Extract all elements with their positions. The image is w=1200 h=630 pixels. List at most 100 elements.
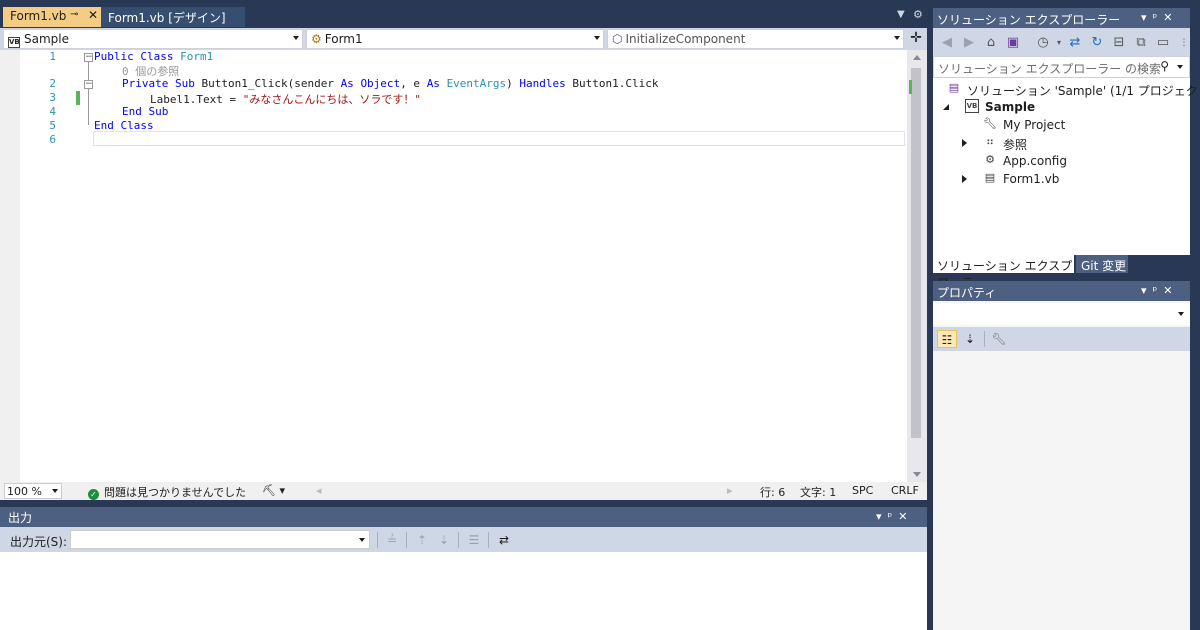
expanded-icon[interactable] [943,104,949,110]
tree-item-form1[interactable]: ▤ Form1.vb [933,170,1190,188]
pin-icon[interactable]: ⊸ [70,9,78,20]
output-panel: 出力 ▾ᵖ✕ 出力元(S): ≟ ⇡ ⇣ ☰ ⇄ [0,507,927,630]
member-dropdown[interactable]: ⬡ InitializeComponent [607,29,904,49]
tree-item-solution[interactable]: ▤ ソリューション 'Sample' (1/1 プロジェクト) [933,80,1200,98]
tree-item-app-config[interactable]: ⚙ App.config [933,152,1190,170]
tab-list-dropdown-icon[interactable]: ▼ [897,9,905,20]
panel-title: 出力 [8,511,33,525]
project-dropdown[interactable]: VB Sample [3,29,303,49]
keyword: Private [122,77,169,90]
scrollbar-thumb[interactable] [911,68,921,438]
solution-search-input[interactable]: ソリューション エクスプローラー の検索 (Ctrl+:) ⚲ [933,56,1190,91]
tab-form1-design[interactable]: Form1.vb [デザイン] [101,7,245,27]
find-message-icon[interactable]: ≟ [384,532,400,548]
output-source-dropdown[interactable] [70,530,370,549]
output-source-label: 出力元(S): [10,535,68,549]
code-line-4: End Sub [122,105,168,118]
pending-changes-filter-icon[interactable]: ◷ [1035,35,1051,51]
more-icon[interactable]: ⋮ [1176,35,1192,51]
zoom-level: 100 % [7,485,42,498]
output-toolbar: 出力元(S): ≟ ⇡ ⇣ ☰ ⇄ [0,527,927,552]
tab-git-changes[interactable]: Git 変更 [1076,255,1128,273]
tree-item-references[interactable]: ⠶ 参照 [933,134,1190,152]
line-number: 3 [49,91,56,104]
tab-form1-vb[interactable]: Form1.vb ⊸ ✕ [3,7,101,27]
clear-all-icon[interactable]: ☰ [466,532,482,548]
issues-indicator[interactable]: ✓ 問題は見つかりませんでした [88,484,246,500]
code-cleanup-icon[interactable]: ⛏ ▾ [262,484,285,497]
pin-icon[interactable]: ᵖ [1153,11,1164,24]
next-message-icon[interactable]: ⇣ [436,532,452,548]
back-icon[interactable]: ◀ [939,35,955,51]
dropdown-icon[interactable]: ▾ [876,510,888,523]
collapsed-icon[interactable] [962,139,967,147]
refresh-icon[interactable]: ↻ [1089,35,1105,51]
wrench-icon: 🔧︎ [983,117,997,130]
tab-solution-explorer[interactable]: ソリューション エクスプローラー [933,255,1074,290]
close-icon[interactable]: ✕ [1163,11,1178,24]
change-marker [909,80,912,94]
vertical-scrollbar[interactable] [907,50,927,482]
outline-line [88,62,89,125]
collapsed-icon[interactable] [962,175,967,183]
tree-label: App.config [1003,154,1067,168]
property-pages-icon[interactable]: 🔧︎ [989,330,1009,348]
scroll-down-icon[interactable] [913,472,921,477]
split-window-icon[interactable]: ✛ [908,30,924,48]
class-dropdown[interactable]: ⚙ Form1 [306,29,604,49]
output-title-bar: 出力 ▾ᵖ✕ [0,507,927,527]
line-indicator[interactable]: 行: 6 [760,484,785,500]
scroll-up-icon[interactable] [913,55,921,60]
gear-icon[interactable]: ⚙ [913,8,923,21]
toolbar-separator [488,532,489,548]
close-tab-icon[interactable]: ✕ [88,8,98,22]
home-icon[interactable]: ⌂ [983,35,999,51]
object-selector-dropdown[interactable] [933,303,1190,325]
chevron-down-icon[interactable]: ▾ [1051,35,1067,51]
chevron-down-icon [293,36,299,40]
previous-message-icon[interactable]: ⇡ [414,532,430,548]
tree-label: Sample [985,100,1036,114]
sync-icon[interactable]: ⇄ [1067,35,1083,51]
scroll-left-icon[interactable]: ◂ [316,484,322,497]
chevron-down-icon[interactable] [1177,65,1183,69]
forward-icon[interactable]: ▶ [961,35,977,51]
collapse-icon[interactable]: − [84,53,93,62]
toolbar-separator [984,331,985,347]
collapse-all-icon[interactable]: ⊟ [1111,35,1127,51]
char-indicator[interactable]: 文字: 1 [800,484,836,500]
properties-title-bar: プロパティ ▾ᵖ✕ [933,281,1190,301]
zoom-dropdown[interactable]: 100 % [4,483,62,499]
dropdown-icon[interactable]: ▾ [1141,11,1153,24]
solution-panel-tabs: ソリューション エクスプローラー Git 変更 [933,255,1190,290]
pin-icon[interactable]: ᵖ [1153,284,1164,297]
categorized-icon[interactable]: ☷ [937,330,957,348]
whitespace-indicator[interactable]: SPC [852,484,873,497]
close-icon[interactable]: ✕ [898,510,913,523]
method-icon: ⬡ [612,32,623,46]
solution-explorer-title-bar: ソリューション エクスプローラー ▾ᵖ✕ [933,8,1190,28]
tree-item-project[interactable]: VB Sample [933,98,1190,116]
issues-text: 問題は見つかりませんでした [104,486,247,499]
switch-views-icon[interactable]: ▣ [1005,35,1021,51]
code-line-1: Public Class Form1 [94,50,213,63]
close-icon[interactable]: ✕ [1163,284,1178,297]
collapse-icon[interactable]: − [84,80,93,89]
search-icon[interactable]: ⚲ [1160,59,1169,73]
alphabetical-icon[interactable]: ⇣ [960,330,980,348]
property-grid [933,351,1190,630]
show-all-files-icon[interactable]: ⧉ [1133,35,1149,51]
member-name: InitializeComponent [625,32,746,46]
identifier: Button1.Click [572,77,659,90]
properties-icon[interactable]: ▭ [1155,35,1171,51]
line-ending-indicator[interactable]: CRLF [891,484,919,497]
solution-icon: ▤ [948,81,960,94]
scroll-right-icon[interactable]: ▸ [727,484,733,497]
tree-item-my-project[interactable]: 🔧︎ My Project [933,116,1190,134]
word-wrap-icon[interactable]: ⇄ [496,532,512,548]
pin-icon[interactable]: ᵖ [888,510,899,523]
dropdown-icon[interactable]: ▾ [1141,284,1153,297]
code-text-area[interactable]: 1 2 3 4 5 6 − − Public Class Form1 0 個の参… [0,50,907,482]
keyword: Sub [148,105,169,118]
chevron-down-icon [594,36,600,40]
